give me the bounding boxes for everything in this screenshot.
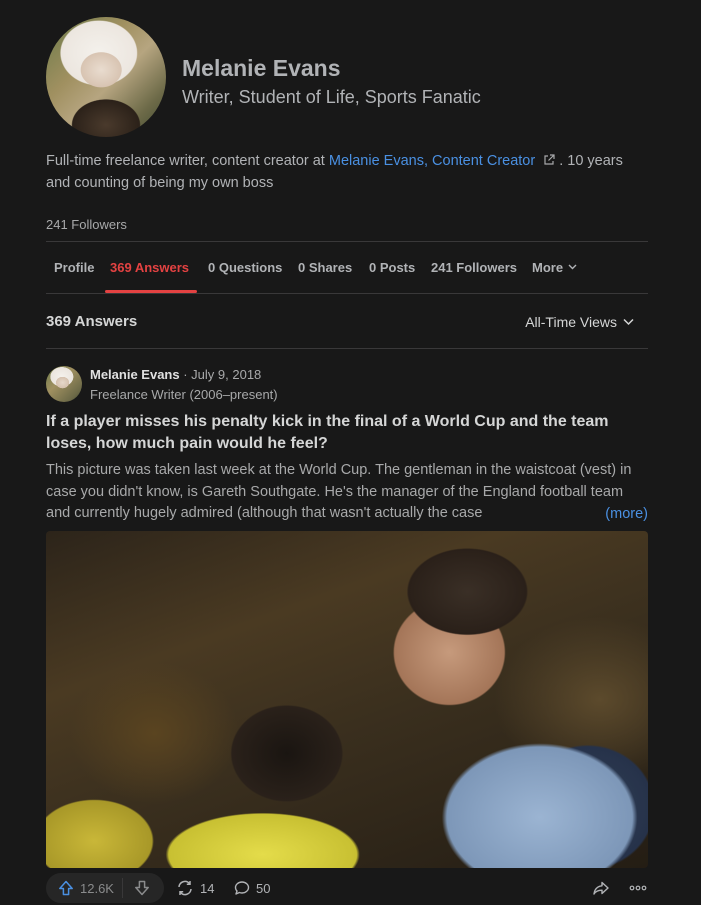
tab-shares[interactable]: 0 Shares [298,260,352,275]
comment-count: 50 [256,880,271,896]
tab-more-label: More [532,260,564,275]
downvote-button[interactable] [123,873,161,903]
share-button[interactable] [592,879,610,897]
more-dots-icon [628,879,648,897]
reshare-icon [176,880,194,896]
answer-image[interactable] [46,531,648,868]
followers-count[interactable]: 241 Followers [46,217,127,232]
author-avatar[interactable] [46,366,82,402]
reshare-button[interactable]: 14 [176,873,214,903]
divider [46,293,648,294]
more-options-button[interactable] [628,879,648,897]
author-credential[interactable]: Freelance Writer (2006–present) [90,387,278,402]
author-name[interactable]: Melanie Evans [90,367,180,382]
tab-questions[interactable]: 0 Questions [208,260,282,275]
answer-date[interactable]: · July 9, 2018 [183,367,261,382]
answers-heading: 369 Answers [46,313,138,330]
profile-avatar[interactable] [46,17,166,137]
sort-label: All-Time Views [525,314,617,330]
share-icon [592,879,610,897]
question-title[interactable]: If a player misses his penalty kick in t… [46,411,646,454]
tab-profile[interactable]: Profile [54,260,94,275]
reshare-count: 14 [200,880,215,896]
upvote-button[interactable]: 12.6K [46,873,122,903]
downvote-icon [134,880,150,896]
comment-button[interactable]: 50 [234,873,270,903]
vote-pill: 12.6K [46,873,164,903]
tab-answers[interactable]: 369 Answers [110,260,189,275]
upvote-count: 12.6K [80,880,114,896]
upvote-icon [58,880,74,896]
answer-actions: 12.6K 14 50 [46,873,648,903]
chevron-down-icon [568,262,577,271]
answer-author-line: Melanie Evans · July 9, 2018 [90,367,261,382]
tab-more[interactable]: More [532,260,577,275]
divider [46,348,648,349]
comment-icon [234,880,250,896]
profile-tabs: Profile 369 Answers 0 Questions 0 Shares… [46,241,648,293]
tab-posts[interactable]: 0 Posts [369,260,415,275]
more-link[interactable]: (more) [605,504,648,526]
bio-text: Full-time freelance writer, content crea… [46,153,329,169]
external-link-icon [543,154,555,166]
bio-link[interactable]: Melanie Evans, Content Creator [329,153,535,169]
sort-dropdown[interactable]: All-Time Views [525,314,634,330]
profile-tagline: Writer, Student of Life, Sports Fanatic [182,87,481,107]
profile-name: Melanie Evans [182,55,341,81]
chevron-down-icon [623,316,634,327]
profile-bio: Full-time freelance writer, content crea… [46,151,646,194]
tab-followers[interactable]: 241 Followers [431,260,517,275]
